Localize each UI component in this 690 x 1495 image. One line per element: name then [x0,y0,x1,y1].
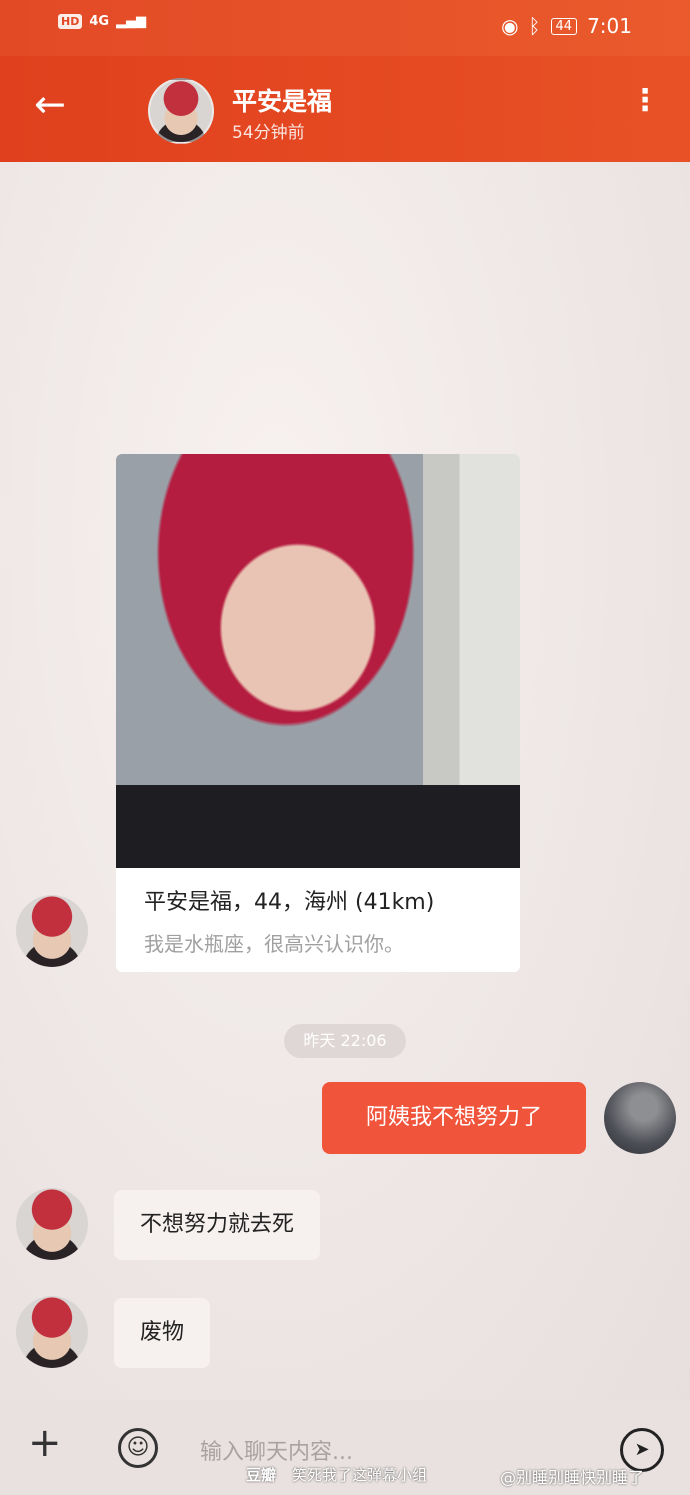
hd-badge: HD [58,14,83,29]
input-bar: + ☺ 输入聊天内容... ➤ 豆瓣 笑死我了这弹幕小组 @别睡别睡快别睡了 [0,1400,690,1495]
weibo-watermark: @别睡别睡快别睡了 [500,1468,645,1487]
signal-icon: ▂▄▆ [116,14,147,29]
contact-avatar[interactable] [148,78,214,144]
incoming-message[interactable]: 不想努力就去死 [114,1190,321,1260]
network-badge: 4G [89,14,110,29]
emoji-icon[interactable]: ☺ [118,1428,158,1468]
status-bar: HD 4G ▂▄▆ ◉ ᛒ 44 7:01 [0,0,690,56]
status-left: HD 4G ▂▄▆ [58,14,146,29]
timestamp-pill: 昨天 22:06 [284,1024,406,1058]
chat-header: ← 平安是福 54分钟前 ⋮ [0,56,690,162]
chat-area[interactable]: 平安是福，44，海州 (41km) 我是水瓶座，很高兴认识你。 昨天 22:06… [0,162,690,1400]
plus-icon[interactable]: + [28,1420,62,1466]
status-right: ◉ ᛒ 44 7:01 [501,14,632,38]
more-vertical-icon[interactable]: ⋮ [630,86,660,116]
eye-icon: ◉ [501,14,519,38]
contact-avatar[interactable] [16,1188,88,1260]
profile-card[interactable]: 平安是福，44，海州 (41km) 我是水瓶座，很高兴认识你。 [116,454,520,972]
contact-avatar[interactable] [16,895,88,967]
profile-photo[interactable] [116,454,520,868]
contact-avatar[interactable] [16,1296,88,1368]
watermark-caption: 笑死我了这弹幕小组 [292,1466,428,1484]
bluetooth-icon: ᛒ [528,14,541,38]
douban-watermark: 豆瓣 [246,1466,277,1484]
status-time: 7:01 [587,14,632,38]
last-seen: 54分钟前 [232,123,305,143]
outgoing-message[interactable]: 阿姨我不想努力了 [322,1082,586,1154]
profile-bio: 我是水瓶座，很高兴认识你。 [144,932,404,956]
contact-name: 平安是福 [232,87,333,116]
back-arrow-icon[interactable]: ← [34,84,66,124]
incoming-message[interactable]: 废物 [114,1298,211,1368]
profile-name-line: 平安是福，44，海州 (41km) [144,890,435,915]
message-input[interactable]: 输入聊天内容... [200,1434,353,1466]
battery-indicator: 44 [550,17,578,35]
self-avatar[interactable] [604,1082,676,1154]
